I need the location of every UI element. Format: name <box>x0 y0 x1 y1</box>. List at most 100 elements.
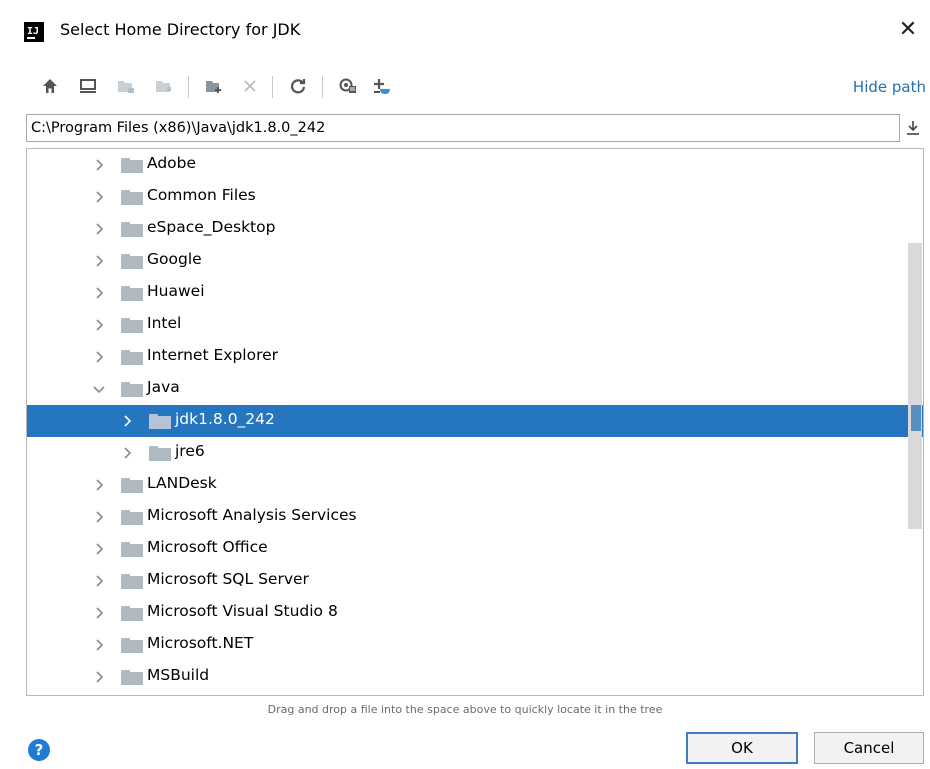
tree-row[interactable]: NetSarang <box>27 693 923 695</box>
tree-row-label: Java <box>147 378 180 396</box>
tree-row-label: Microsoft Office <box>147 538 268 556</box>
path-field-container <box>26 114 900 142</box>
delete-button[interactable] <box>238 74 262 98</box>
folder-icon <box>121 574 143 589</box>
folder-icon <box>121 510 143 525</box>
tree-row-label: Microsoft Visual Studio 8 <box>147 602 338 620</box>
folder-icon <box>149 446 171 461</box>
tree-row-label: Google <box>147 250 202 268</box>
chevron-down-icon[interactable] <box>91 381 107 397</box>
chevron-right-icon[interactable] <box>91 189 107 205</box>
tree-row[interactable]: Java <box>27 373 923 405</box>
tree-row-label: LANDesk <box>147 474 217 492</box>
tree-row-label: Intel <box>147 314 182 332</box>
tree-row[interactable]: Microsoft Analysis Services <box>27 501 923 533</box>
logo-text: IJ <box>27 26 40 37</box>
project-folder-button[interactable] <box>114 74 138 98</box>
download-icon <box>907 121 919 135</box>
folder-icon <box>121 286 143 301</box>
tree-row[interactable]: Microsoft Visual Studio 8 <box>27 597 923 629</box>
folder-icon <box>121 318 143 333</box>
tree-row[interactable]: Internet Explorer <box>27 341 923 373</box>
tree-row-label: MSBuild <box>147 666 210 684</box>
module-folder-button[interactable] <box>152 74 176 98</box>
chevron-right-icon[interactable] <box>91 285 107 301</box>
desktop-icon <box>80 79 96 93</box>
tree-row-label: jre6 <box>175 442 205 460</box>
chevron-right-icon[interactable] <box>119 413 135 429</box>
tree-row[interactable]: eSpace_Desktop <box>27 213 923 245</box>
module-folder-icon <box>156 81 171 92</box>
tree-row-label: Microsoft Analysis Services <box>147 506 357 524</box>
folder-icon <box>149 414 171 429</box>
chevron-right-icon[interactable] <box>91 253 107 269</box>
new-folder-icon <box>206 81 221 93</box>
folder-icon <box>121 382 143 397</box>
ok-button[interactable]: OK <box>686 732 798 764</box>
chevron-right-icon[interactable] <box>91 541 107 557</box>
tree-row[interactable]: Microsoft SQL Server <box>27 565 923 597</box>
show-hidden-button[interactable] <box>336 74 360 98</box>
toolbar-separator <box>188 76 189 98</box>
tree-row-label: Huawei <box>147 282 205 300</box>
new-folder-button[interactable] <box>202 74 226 98</box>
chevron-right-icon[interactable] <box>91 605 107 621</box>
tree-row-label: Common Files <box>147 186 256 204</box>
folder-icon <box>121 606 143 621</box>
folder-icon <box>121 350 143 365</box>
path-input[interactable] <box>27 115 899 141</box>
tree-row-label: eSpace_Desktop <box>147 218 276 236</box>
chevron-right-icon[interactable] <box>91 317 107 333</box>
download-jdk-button[interactable] <box>370 74 394 98</box>
tree-row[interactable]: jdk1.8.0_242 <box>27 405 923 437</box>
help-button[interactable]: ? <box>28 739 50 761</box>
tree-row[interactable]: Common Files <box>27 181 923 213</box>
tree-row[interactable]: Google <box>27 245 923 277</box>
chevron-right-icon[interactable] <box>91 573 107 589</box>
folder-icon <box>121 478 143 493</box>
desktop-button[interactable] <box>76 74 100 98</box>
home-button[interactable] <box>38 74 62 98</box>
folder-icon <box>121 222 143 237</box>
tree-row[interactable]: LANDesk <box>27 469 923 501</box>
refresh-button[interactable] <box>286 74 310 98</box>
drag-drop-hint: Drag and drop a file into the space abov… <box>267 703 663 716</box>
project-folder-icon <box>118 81 134 93</box>
delete-icon <box>244 80 256 92</box>
chevron-right-icon[interactable] <box>91 221 107 237</box>
hide-path-link[interactable]: Hide path <box>853 78 926 96</box>
toolbar-separator <box>272 76 273 98</box>
folder-icon <box>121 638 143 653</box>
intellij-logo-icon: IJ <box>24 22 44 42</box>
tree-row[interactable]: Microsoft Office <box>27 533 923 565</box>
tree-row[interactable]: Huawei <box>27 277 923 309</box>
tree-row-label: Microsoft SQL Server <box>147 570 309 588</box>
folder-icon <box>121 190 143 205</box>
selection-marker <box>911 405 921 431</box>
folder-icon <box>121 542 143 557</box>
tree-row-label: Adobe <box>147 154 197 172</box>
home-icon <box>43 79 57 93</box>
chevron-right-icon[interactable] <box>91 349 107 365</box>
dialog-title: Select Home Directory for JDK <box>60 20 301 39</box>
chevron-right-icon[interactable] <box>91 509 107 525</box>
path-download-button[interactable] <box>902 114 924 142</box>
close-button[interactable]: ✕ <box>896 16 920 44</box>
cancel-button[interactable]: Cancel <box>814 732 924 764</box>
refresh-icon <box>290 79 306 94</box>
tree-row[interactable]: Intel <box>27 309 923 341</box>
tree-row[interactable]: MSBuild <box>27 661 923 693</box>
directory-tree[interactable]: Adobe Common Files eSpace_Desktop Google Hua… <box>26 148 924 696</box>
chevron-right-icon[interactable] <box>91 157 107 173</box>
toolbar <box>26 72 906 104</box>
tree-row[interactable]: Microsoft.NET <box>27 629 923 661</box>
chevron-right-icon[interactable] <box>91 477 107 493</box>
tree-row-label: Internet Explorer <box>147 346 279 364</box>
chevron-right-icon[interactable] <box>91 637 107 653</box>
tree-row[interactable]: jre6 <box>27 437 923 469</box>
show-hidden-icon <box>339 78 356 93</box>
tree-scrollbar-thumb[interactable] <box>908 243 922 529</box>
chevron-right-icon[interactable] <box>91 669 107 685</box>
chevron-right-icon[interactable] <box>119 445 135 461</box>
tree-row[interactable]: Adobe <box>27 149 923 181</box>
